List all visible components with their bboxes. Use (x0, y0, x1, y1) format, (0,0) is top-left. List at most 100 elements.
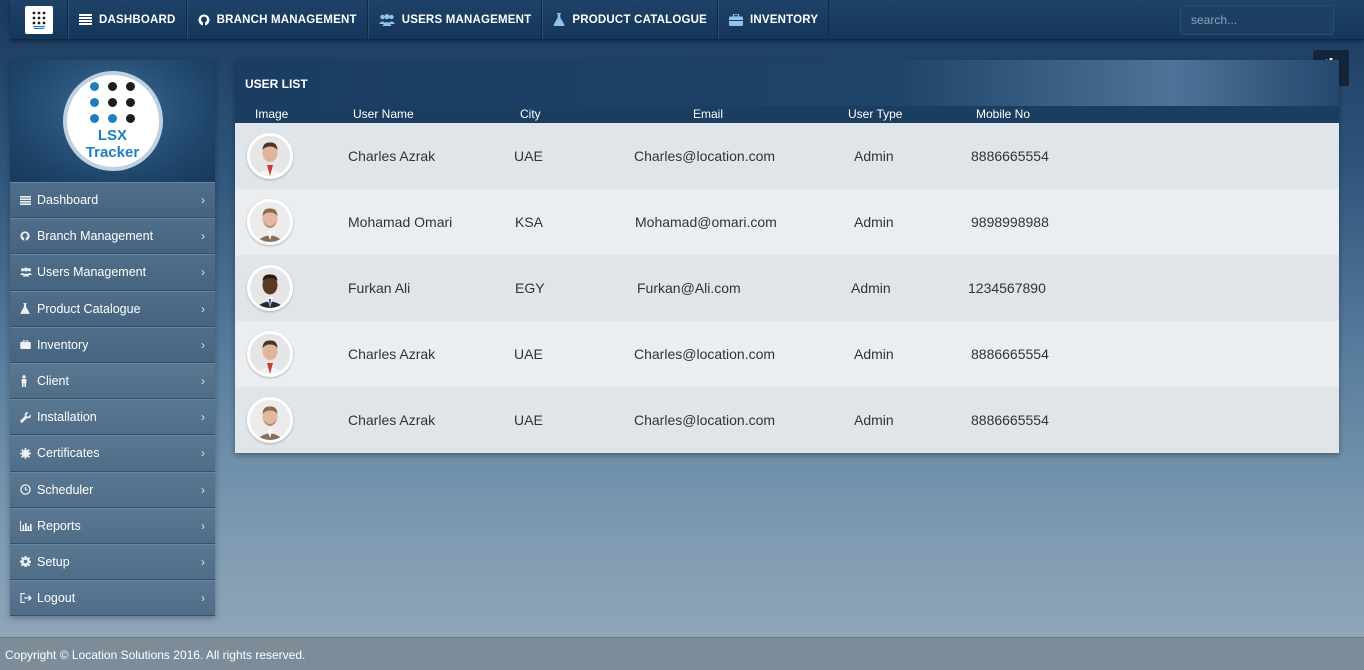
cell-user-type: Admin (851, 280, 891, 296)
users-icon (20, 267, 32, 277)
chevron-right-icon: › (201, 518, 205, 533)
search-input[interactable] (1180, 5, 1334, 35)
table-row[interactable]: Mohamad Omari KSA Mohamad@omari.com Admi… (235, 189, 1339, 255)
chevron-right-icon: › (201, 446, 205, 461)
cell-email: Mohamad@omari.com (635, 214, 777, 230)
chevron-right-icon: › (201, 301, 205, 316)
sidebar-item-users-management[interactable]: Users Management › (10, 254, 215, 291)
nav-branch-management[interactable]: BRANCH MANAGEMENT (186, 0, 368, 39)
column-header-email: Email (693, 107, 724, 121)
sidebar-item-product-catalogue[interactable]: Product Catalogue › (10, 290, 215, 327)
column-header-mobile-no: Mobile No (976, 107, 1031, 121)
lsx-tracker-logo[interactable]: LSX Tracker (62, 71, 163, 171)
chevron-right-icon: › (201, 410, 205, 425)
footer: Copyright © Location Solutions 2016. All… (0, 637, 1364, 670)
cell-user-name: Mohamad Omari (348, 214, 453, 230)
dashboard-icon (20, 195, 32, 205)
brand-logo[interactable] (10, 0, 68, 39)
sidebar-item-label: Reports (37, 518, 81, 533)
table-header: Image User Name City Email User Type Mob… (235, 106, 1339, 123)
column-header-city: City (520, 107, 541, 121)
sidebar-item-reports[interactable]: Reports › (10, 507, 215, 544)
sidebar-logo-area: LSX Tracker (10, 60, 215, 182)
user-list-panel: USER LIST Image User Name City Email Use… (235, 60, 1339, 453)
sidebar-item-inventory[interactable]: Inventory › (10, 326, 215, 363)
nav-inventory[interactable]: INVENTORY (717, 0, 830, 39)
panel-title: USER LIST (245, 77, 308, 91)
cell-user-name: Charles Azrak (348, 412, 436, 428)
copyright-text: Copyright © Location Solutions 2016. All… (5, 648, 306, 662)
cell-city: UAE (514, 412, 543, 428)
sidebar-item-label: Product Catalogue (37, 301, 141, 316)
cell-email: Charles@location.com (634, 412, 776, 428)
briefcase-icon (20, 340, 32, 350)
sidebar-item-label: Users Management (37, 265, 147, 280)
flask-icon (553, 13, 565, 26)
table-body: Charles Azrak UAE Charles@location.com A… (235, 123, 1339, 453)
column-header-user-name: User Name (353, 107, 414, 121)
cell-user-type: Admin (854, 346, 894, 362)
cell-email: Charles@location.com (634, 148, 776, 164)
logo-text: LSX Tracker (86, 127, 139, 161)
nav-dashboard-label: DASHBOARD (99, 13, 176, 26)
github-icon (198, 14, 210, 26)
table-row[interactable]: Charles Azrak UAE Charles@location.com A… (235, 123, 1339, 189)
sidebar-item-logout[interactable]: Logout › (10, 580, 215, 617)
sidebar-item-label: Client (37, 374, 69, 389)
table-row[interactable]: Furkan Ali EGY Furkan@Ali.com Admin 1234… (235, 255, 1339, 321)
user-avatar (247, 397, 293, 443)
sidebar-item-branch-management[interactable]: Branch Management › (10, 218, 215, 255)
cell-user-name: Charles Azrak (348, 148, 436, 164)
user-avatar (247, 133, 293, 179)
chevron-right-icon: › (201, 554, 205, 569)
sidebar-item-dashboard[interactable]: Dashboard › (10, 182, 215, 219)
user-avatar (247, 331, 293, 377)
cell-user-name: Charles Azrak (348, 346, 436, 362)
person-icon (20, 375, 32, 388)
cell-user-type: Admin (854, 214, 894, 230)
chevron-right-icon: › (201, 337, 205, 352)
bar-chart-icon (20, 520, 32, 531)
cell-email: Furkan@Ali.com (637, 280, 741, 296)
sidebar-item-setup[interactable]: Setup › (10, 543, 215, 581)
briefcase-icon (728, 13, 743, 26)
users-icon (378, 13, 395, 26)
nav-users-management[interactable]: USERS MANAGEMENT (367, 0, 543, 39)
cell-mobile-no: 1234567890 (968, 280, 1046, 296)
chevron-right-icon: › (201, 374, 205, 389)
cell-mobile-no: 8886665554 (971, 346, 1049, 362)
top-navbar: DASHBOARD BRANCH MANAGEMENT USERS MANAGE… (10, 0, 1364, 40)
sidebar-item-client[interactable]: Client › (10, 362, 215, 400)
cell-email: Charles@location.com (634, 346, 776, 362)
nav-product-catalogue-label: PRODUCT CATALOGUE (572, 13, 707, 26)
cell-user-type: Admin (854, 412, 894, 428)
cell-mobile-no: 8886665554 (971, 412, 1049, 428)
table-row[interactable]: Charles Azrak UAE Charles@location.com A… (235, 387, 1339, 453)
logo-line2: Tracker (85, 143, 140, 161)
cell-user-type: Admin (854, 148, 894, 164)
table-row[interactable]: Charles Azrak UAE Charles@location.com A… (235, 321, 1339, 387)
sidebar-item-label: Branch Management (37, 229, 154, 244)
nav-inventory-label: INVENTORY (749, 13, 819, 26)
sidebar-item-label: Setup (37, 554, 70, 569)
sidebar: LSX Tracker Dashboard › Branch Managemen… (10, 60, 215, 617)
column-header-image: Image (255, 107, 289, 121)
logo-dots (90, 81, 135, 123)
sidebar-item-installation[interactable]: Installation › (10, 399, 215, 436)
chevron-right-icon: › (201, 482, 205, 497)
cell-mobile-no: 8886665554 (971, 148, 1049, 164)
sidebar-item-certificates[interactable]: Certificates › (10, 435, 215, 472)
chevron-right-icon: › (201, 193, 205, 208)
sidebar-item-scheduler[interactable]: Scheduler › (10, 471, 215, 508)
certificate-icon (20, 447, 32, 459)
nav-dashboard[interactable]: DASHBOARD (68, 0, 187, 39)
sidebar-item-label: Inventory (37, 337, 89, 352)
sidebar-item-label: Logout (37, 591, 76, 606)
cell-mobile-no: 9898998988 (971, 214, 1049, 230)
chevron-right-icon: › (201, 229, 205, 244)
sidebar-menu: Dashboard › Branch Management › Users Ma… (10, 182, 215, 617)
nav-users-management-label: USERS MANAGEMENT (401, 13, 532, 26)
sidebar-item-label: Scheduler (37, 482, 94, 497)
column-header-user-type: User Type (848, 107, 903, 121)
nav-product-catalogue[interactable]: PRODUCT CATALOGUE (542, 0, 718, 39)
